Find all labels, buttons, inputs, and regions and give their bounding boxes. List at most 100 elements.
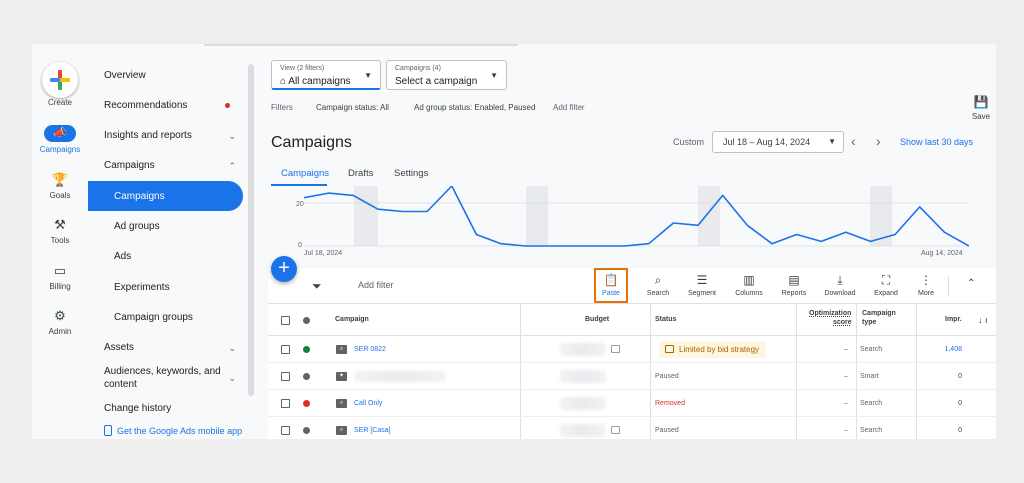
select-all-checkbox[interactable] xyxy=(281,316,290,325)
segment-icon: ☰ xyxy=(696,273,708,287)
nav-campaigns-group[interactable]: Campaigns xyxy=(104,160,155,171)
sort-arrow-icon[interactable]: ↓ ı xyxy=(978,315,988,325)
table-row[interactable]: ⌕ SER 0822 Limited by bid strategy – Search 1… xyxy=(268,336,996,363)
tab-settings[interactable]: Settings xyxy=(394,168,428,179)
header-impr[interactable]: Impr. xyxy=(945,316,962,323)
campaign-name-link[interactable]: SER 0822 xyxy=(354,346,386,353)
view-selector[interactable]: View (2 filters) ⌂ All campaigns ▼ xyxy=(271,60,381,90)
tools-icon[interactable]: ⚒ xyxy=(50,217,70,233)
add-filter-link[interactable]: Add filter xyxy=(553,103,585,112)
tab-drafts[interactable]: Drafts xyxy=(348,168,373,179)
gear-icon[interactable]: ⚙ xyxy=(50,308,70,324)
rail-tools-label[interactable]: Tools xyxy=(32,236,88,245)
more-button[interactable]: ⋮ More xyxy=(904,273,948,297)
save-button[interactable]: 💾 Save xyxy=(968,96,994,121)
nav-audiences-2[interactable]: content xyxy=(104,379,137,390)
download-button[interactable]: ⤓ Download xyxy=(818,273,862,297)
header-budget[interactable]: Budget xyxy=(585,316,609,323)
campaign-type: Search xyxy=(860,400,883,407)
billing-icon[interactable]: ▭ xyxy=(50,263,70,279)
header-campaign[interactable]: Campaign xyxy=(335,316,369,323)
mobile-app-link[interactable]: Get the Google Ads mobile app xyxy=(104,425,242,436)
row-checkbox[interactable] xyxy=(281,426,290,435)
filter-chip-status[interactable]: Campaign status: All xyxy=(316,103,389,112)
view-selector-value: ⌂ All campaigns xyxy=(280,76,351,87)
columns-button[interactable]: ▥ Columns xyxy=(727,273,771,297)
budget-chart-icon[interactable] xyxy=(611,426,620,434)
nav-campaign-groups[interactable]: Campaign groups xyxy=(114,312,193,323)
nav-assets[interactable]: Assets xyxy=(104,342,134,353)
rail-goals-label[interactable]: Goals xyxy=(32,191,88,200)
header-campaign-type-2[interactable]: type xyxy=(862,319,876,326)
campaign-name-link[interactable]: Call Only xyxy=(354,400,382,407)
nav-insights[interactable]: Insights and reports xyxy=(104,130,192,141)
nav-audiences[interactable]: Audiences, keywords, and xyxy=(104,366,221,377)
chevron-down-icon[interactable]: ⌄ xyxy=(228,343,236,354)
header-optimization-2[interactable]: score xyxy=(833,319,852,326)
impressions-value: 0 xyxy=(958,427,962,434)
filter-icon[interactable]: ⏷ xyxy=(312,279,322,294)
nav-campaigns[interactable]: Campaigns xyxy=(114,191,165,202)
optimization-score: – xyxy=(844,346,848,353)
chevron-down-icon[interactable]: ⌄ xyxy=(228,131,236,142)
budget-chart-icon[interactable] xyxy=(611,345,620,353)
status-dot xyxy=(303,400,310,407)
reports-label: Reports xyxy=(781,290,807,297)
segment-button[interactable]: ☰ Segment xyxy=(680,273,724,297)
date-range-picker[interactable]: Jul 18 – Aug 14, 2024 ▼ xyxy=(712,131,844,153)
caret-down-icon: ▼ xyxy=(364,71,372,80)
nav-recommendations[interactable]: Recommendations xyxy=(104,100,187,111)
row-checkbox[interactable] xyxy=(281,372,290,381)
filters-label: Filters xyxy=(271,103,293,112)
rail-admin-label[interactable]: Admin xyxy=(32,327,88,336)
nav-active-highlight[interactable] xyxy=(88,181,243,211)
campaign-type: Search xyxy=(860,346,883,353)
rail-billing-label[interactable]: Billing xyxy=(32,282,88,291)
weekend-band xyxy=(354,186,378,246)
optimization-score: – xyxy=(844,427,848,434)
reports-button[interactable]: ▤ Reports xyxy=(772,273,816,297)
create-button[interactable] xyxy=(42,62,78,98)
campaigns-icon[interactable]: 📣 xyxy=(44,125,76,142)
sidebar-scrollbar[interactable] xyxy=(248,64,254,396)
nav-experiments[interactable]: Experiments xyxy=(114,282,170,293)
trophy-icon[interactable]: 🏆 xyxy=(50,172,70,188)
table-add-filter[interactable]: Add filter xyxy=(358,280,394,290)
row-checkbox[interactable] xyxy=(281,345,290,354)
nav-change-history[interactable]: Change history xyxy=(104,403,171,414)
header-optimization[interactable]: Optimization xyxy=(809,310,851,317)
prev-period-icon[interactable]: ‹ xyxy=(851,133,856,149)
chevron-up-icon[interactable]: ⌃ xyxy=(228,161,236,172)
chevron-up-icon[interactable]: ⌃ xyxy=(967,278,975,289)
y-tick-0: 0 xyxy=(298,242,302,249)
status-dot xyxy=(303,373,310,380)
next-period-icon[interactable]: › xyxy=(876,133,881,149)
nav-ad-groups[interactable]: Ad groups xyxy=(114,221,160,232)
show-last-30-days-link[interactable]: Show last 30 days xyxy=(900,137,973,147)
chevron-down-icon[interactable]: ⌄ xyxy=(228,373,236,384)
rail-campaigns-label[interactable]: Campaigns xyxy=(32,145,88,154)
campaign-type: Search xyxy=(860,427,883,434)
nav-ads[interactable]: Ads xyxy=(114,251,131,262)
search-button[interactable]: ⌕ Search xyxy=(636,273,680,297)
table-row[interactable]: ⌕ Call Only Removed – Search 0 xyxy=(268,390,996,417)
expand-button[interactable]: ⛶ Expand xyxy=(864,273,908,297)
campaign-name-link[interactable]: SER [Casa] xyxy=(354,427,391,434)
search-campaign-icon: ⌕ xyxy=(336,426,347,435)
sidebar-nav: Overview Recommendations Insights and re… xyxy=(88,44,248,439)
weekend-band xyxy=(698,186,720,246)
impressions-series-line xyxy=(304,186,969,247)
nav-overview[interactable]: Overview xyxy=(104,70,146,81)
status-limited-badge[interactable]: Limited by bid strategy xyxy=(659,341,767,358)
mobile-app-label[interactable]: Get the Google Ads mobile app xyxy=(117,426,242,436)
tab-campaigns[interactable]: Campaigns xyxy=(281,168,329,179)
filter-chip-adgroup[interactable]: Ad group status: Enabled, Paused xyxy=(414,103,535,112)
date-range-value: Jul 18 – Aug 14, 2024 xyxy=(723,137,811,147)
header-campaign-type[interactable]: Campaign xyxy=(862,310,896,317)
table-row[interactable]: ⌕ SER [Casa] Paused – Search 0 xyxy=(268,417,996,439)
header-status[interactable]: Status xyxy=(655,316,676,323)
campaign-selector[interactable]: Campaigns (4) Select a campaign ▼ xyxy=(386,60,507,90)
add-campaign-fab[interactable]: + xyxy=(271,256,297,282)
table-row[interactable]: ✦ Paused – Smart 0 xyxy=(268,363,996,390)
row-checkbox[interactable] xyxy=(281,399,290,408)
